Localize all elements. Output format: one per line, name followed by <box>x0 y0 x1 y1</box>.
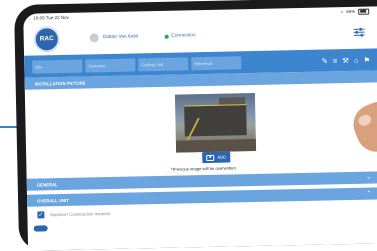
wifi-icon: ≈ <box>341 9 344 14</box>
status-right: ≈ 66% <box>341 8 370 15</box>
sliders-icon <box>353 28 364 37</box>
camera-icon <box>206 154 214 160</box>
settings-sliders-button[interactable] <box>352 26 366 38</box>
battery-text: 66% <box>346 9 355 14</box>
connection-status: Connection <box>164 33 195 39</box>
add-photo-button[interactable]: ADD <box>202 152 230 164</box>
tools-icon[interactable]: ⚒ <box>342 55 349 64</box>
customer-field[interactable]: Customer <box>85 58 135 72</box>
installation-photo <box>175 93 256 153</box>
home-icon[interactable]: ⌂ <box>354 55 359 64</box>
app-logo[interactable]: RAC <box>33 26 60 53</box>
cooling-unit-field[interactable]: Cooling Unit <box>138 57 188 71</box>
checkbox[interactable]: ✓ <box>37 211 44 218</box>
add-label: ADD <box>217 155 226 160</box>
avatar <box>90 33 99 42</box>
connection-dot-icon <box>164 34 168 38</box>
section-title: INSTALLATION PICTURE <box>35 80 86 86</box>
chevron-down-icon: ⌄ <box>366 175 370 181</box>
edit-icon[interactable]: ✎ <box>321 56 327 65</box>
connection-label: Connection <box>171 33 195 39</box>
section-title: OVERALL UNIT <box>37 197 69 203</box>
section-title: GENERAL <box>37 182 58 187</box>
status-time-date: 10:09 Tue 22 Nov <box>33 15 69 21</box>
battery-icon <box>358 8 369 14</box>
site-field[interactable]: Site <box>32 59 82 73</box>
tablet-device: 10:09 Tue 22 Nov ≈ 66% RAC Glatter Van A… <box>14 0 377 251</box>
app-screen: 10:09 Tue 22 Nov ≈ 66% RAC Glatter Van A… <box>23 6 377 250</box>
flag-icon[interactable]: ⚑ <box>363 55 370 64</box>
installation-photo-area: ADD *Previous image will be overwritten <box>25 82 377 178</box>
user-info[interactable]: Glatter Van Aebil <box>90 32 139 42</box>
toolbar-actions: ✎ ≡ ⚒ ⌂ ⚑ <box>321 55 370 65</box>
row-label: Material / Construction material <box>50 211 110 217</box>
chevron-up-icon: ⌃ <box>367 191 371 197</box>
toggle-switch[interactable] <box>34 225 48 231</box>
user-name: Glatter Van Aebil <box>103 34 139 40</box>
reference-field[interactable]: Reference <box>191 56 241 70</box>
list-icon[interactable]: ≡ <box>333 56 338 65</box>
